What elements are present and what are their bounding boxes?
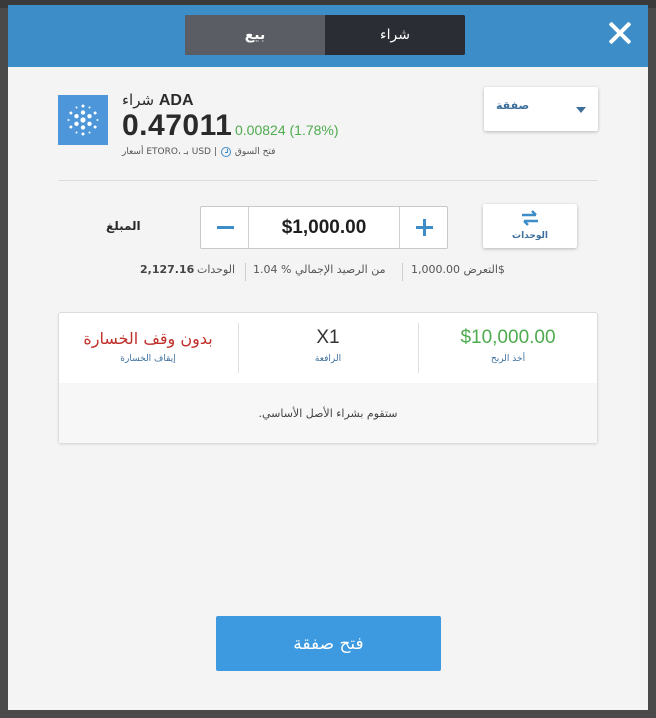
action-label: شراء [122, 91, 155, 109]
balance-percentage: من الرصيد الإجمالي % 1.04 [253, 263, 386, 276]
trade-settings-card: بدون وقف الخسارة إيقاف الخسارة X1 الرافع… [58, 312, 598, 444]
info-divider [245, 263, 246, 281]
modal-header: بيع شراء [8, 5, 648, 67]
close-icon[interactable] [606, 19, 634, 47]
trade-settings-columns: بدون وقف الخسارة إيقاف الخسارة X1 الرافع… [59, 313, 597, 384]
price-source: أسعار ETORO، بـ USD | [122, 147, 217, 157]
trade-direction-tabs: بيع شراء [185, 15, 465, 55]
tab-buy[interactable]: شراء [325, 15, 465, 55]
tab-sell[interactable]: بيع [185, 15, 325, 55]
leverage-label: الرافعة [314, 354, 342, 364]
trade-info-row: 2,127.16 الوحدات من الرصيد الإجمالي % 1.… [8, 263, 648, 283]
divider [58, 180, 598, 181]
chevron-down-icon [576, 107, 586, 113]
market-status: فتح السوق [234, 147, 276, 157]
amount-label: المبلغ [106, 219, 141, 233]
stop-loss-value: بدون وقف الخسارة [83, 329, 213, 348]
order-type-label: صفقة [496, 99, 530, 112]
take-profit-value: $10,000.00 [460, 327, 556, 348]
trade-modal: بيع شراء شراء ADA 0.47011 0.00824 (1.78%… [8, 5, 648, 710]
clock-icon [220, 147, 231, 157]
trade-note: .ستقوم بشراء الأصل الأساسي [59, 383, 597, 443]
asset-change: 0.00824 (1.78%) [235, 122, 339, 138]
increase-button[interactable] [399, 207, 447, 248]
leverage-setting[interactable]: X1 الرافعة [239, 313, 417, 383]
stop-loss-setting[interactable]: بدون وقف الخسارة إيقاف الخسارة [59, 313, 237, 383]
open-trade-button[interactable]: فتح صفقة [216, 616, 441, 671]
asset-meta: أسعار ETORO، بـ USD | فتح السوق [122, 147, 275, 157]
asset-logo [58, 95, 108, 145]
exposure-value: التعرض 1,000.00$ [411, 263, 505, 276]
take-profit-setting[interactable]: $10,000.00 أخذ الربح [419, 313, 597, 383]
asset-price: 0.47011 [122, 109, 233, 142]
info-divider [402, 263, 403, 281]
cardano-logo-icon [67, 104, 99, 136]
units-info-label: الوحدات [197, 263, 236, 276]
units-value: 2,127.16 [140, 263, 195, 276]
units-toggle-button[interactable]: الوحدات [483, 204, 577, 248]
decrease-button[interactable] [201, 207, 249, 248]
stop-loss-label: إيقاف الخسارة [120, 354, 176, 364]
amount-stepper [200, 206, 448, 249]
take-profit-label: أخذ الربح [490, 354, 526, 364]
swap-icon [522, 210, 538, 226]
order-type-dropdown[interactable]: صفقة [484, 87, 598, 131]
modal-body: شراء ADA 0.47011 0.00824 (1.78%) أسعار E… [8, 67, 648, 710]
asset-title: شراء ADA [122, 91, 194, 110]
amount-input[interactable] [249, 207, 399, 248]
units-toggle-label: الوحدات [512, 231, 548, 241]
leverage-value: X1 [316, 327, 340, 348]
asset-symbol: ADA [158, 92, 194, 109]
